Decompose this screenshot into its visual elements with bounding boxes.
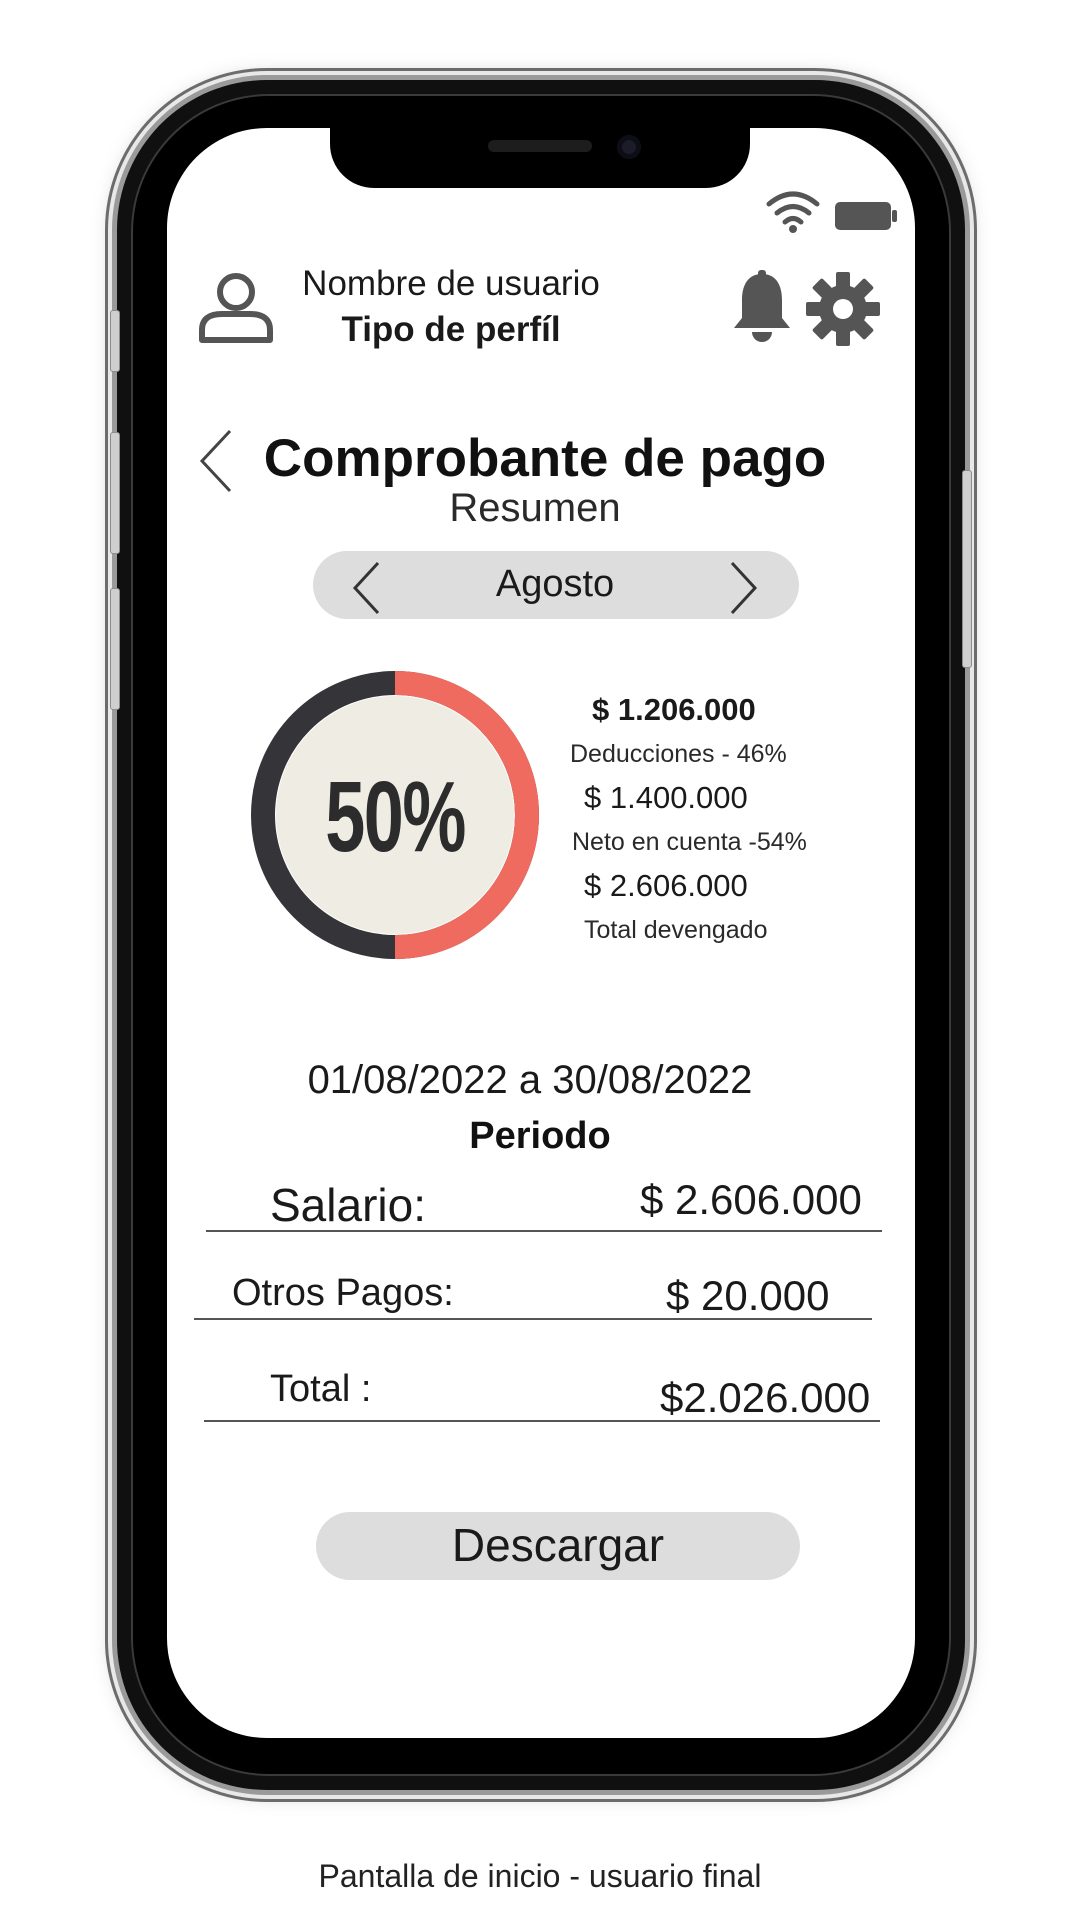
row-divider [204,1420,880,1422]
row-divider [194,1318,872,1320]
total-value: $2.026.000 [660,1374,871,1421]
salary-value: $ 2.606.000 [640,1176,862,1223]
profile-type: Tipo de perfíl [341,310,561,349]
volume-down-button [110,588,120,710]
volume-up-button [110,432,120,554]
battery-icon [835,202,897,230]
next-month-chevron-right-icon[interactable] [728,560,760,616]
wifi-icon [766,191,820,233]
net-amount: $ 1.400.000 [584,780,748,815]
row-divider [206,1230,882,1232]
user-icon[interactable] [198,270,274,346]
power-button [962,470,972,668]
page-subtitle: Resumen [449,486,621,530]
download-button-label: Descargar [451,1519,665,1571]
other-payments-label: Otros Pagos: [232,1272,454,1314]
deductions-amount: $ 1.206.000 [592,692,756,727]
screen-caption: Pantalla de inicio - usuario final [318,1858,762,1894]
silent-switch [110,310,120,372]
phone-notch [330,120,750,188]
other-payments-value: $ 20.000 [666,1272,830,1319]
chevron-left-icon[interactable] [196,428,236,494]
salary-label: Salario: [270,1179,426,1231]
speaker-grille [488,140,592,152]
username: Nombre de usuario [302,264,600,303]
total-earned-amount: $ 2.606.000 [584,868,748,903]
period-range: 01/08/2022 a 30/08/2022 [307,1058,753,1102]
prev-month-chevron-left-icon[interactable] [350,560,382,616]
total-earned-label: Total devengado [584,916,768,944]
bell-icon[interactable] [730,270,794,344]
gear-icon[interactable] [806,272,880,346]
total-label: Total : [270,1368,372,1410]
month-label: Agosto [495,563,615,605]
donut-percent-label: 50% [325,761,466,873]
front-camera [617,135,641,159]
deductions-label: Deducciones - 46% [570,740,787,768]
page-title: Comprobante de pago [263,429,827,488]
period-label: Periodo [469,1115,611,1157]
net-label: Neto en cuenta -54% [572,828,807,856]
